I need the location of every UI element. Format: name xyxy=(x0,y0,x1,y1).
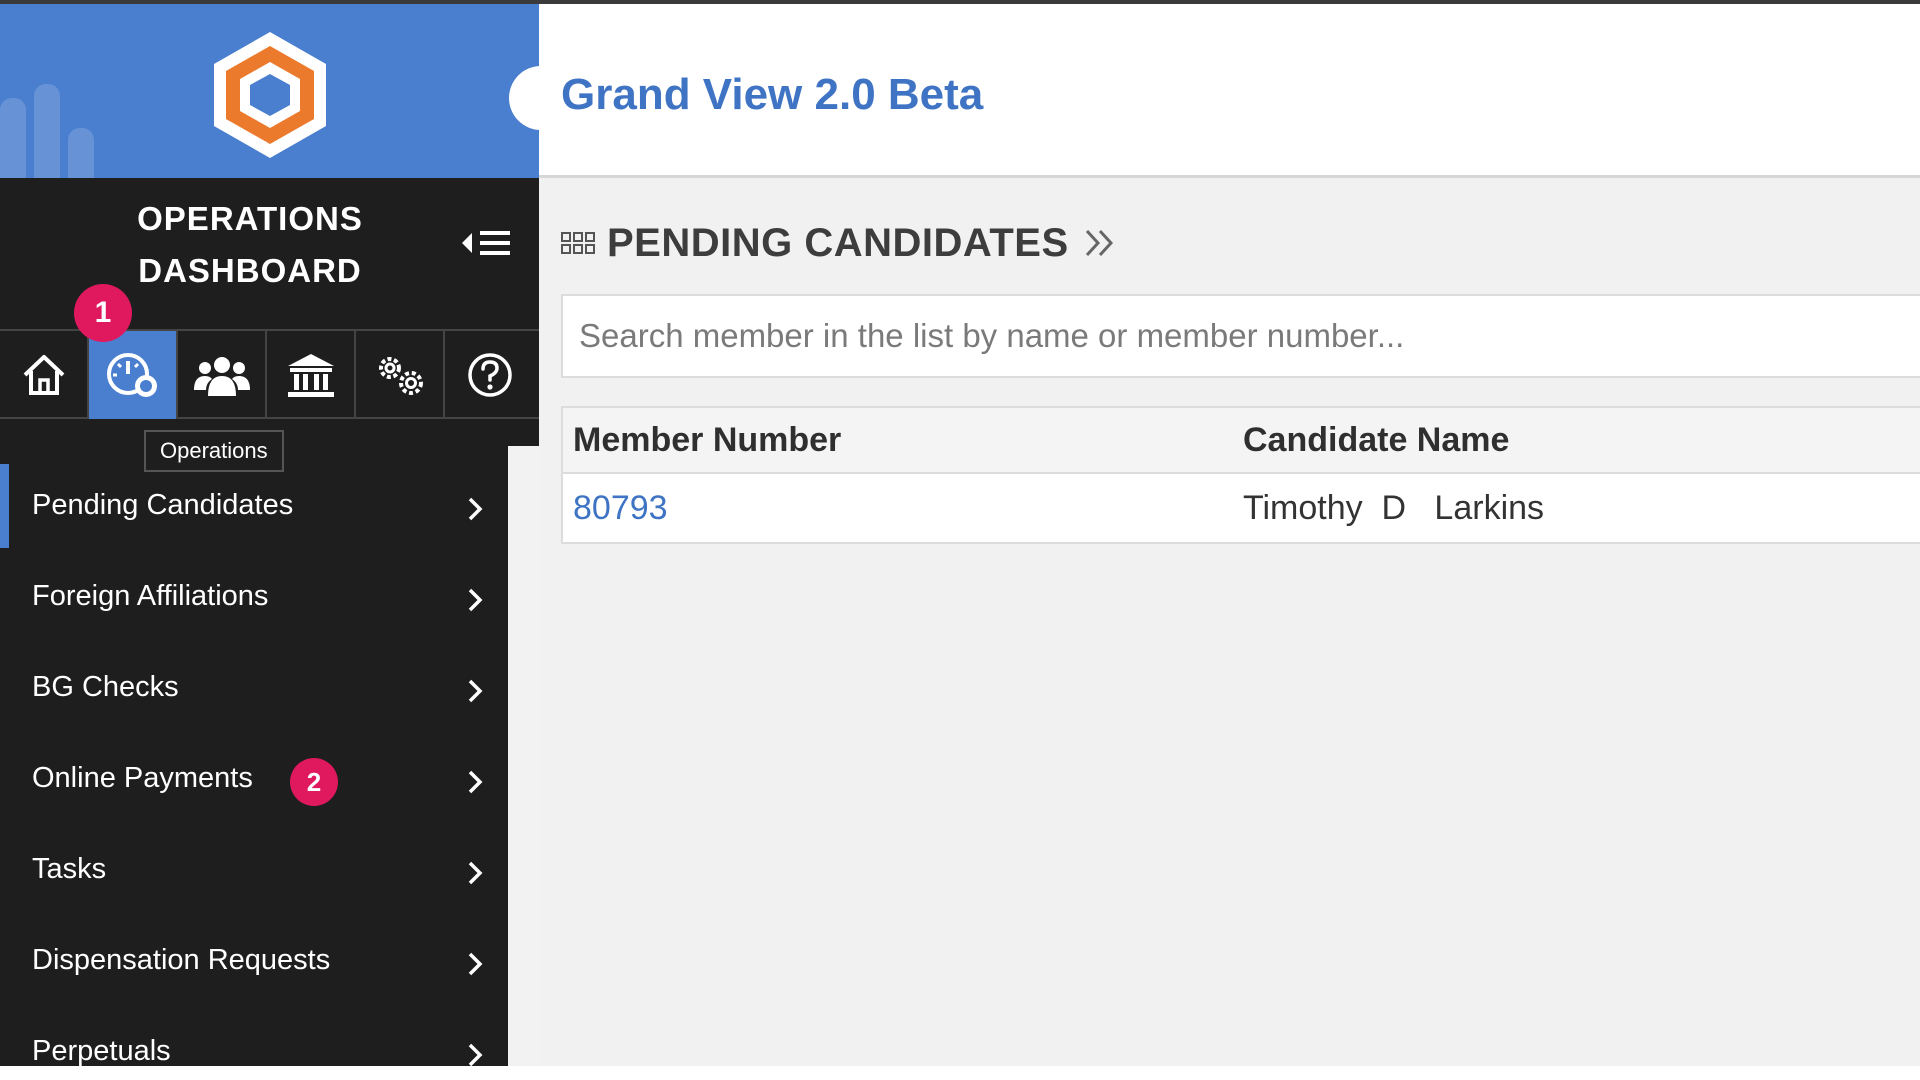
grid-icon xyxy=(561,232,595,254)
sidebar-menu: Pending Candidates Foreign Affiliations … xyxy=(0,464,508,1066)
sidebar-item-label: Perpetuals xyxy=(32,1035,171,1066)
app-title: Grand View 2.0 Beta xyxy=(561,70,984,119)
chevron-right-icon xyxy=(468,952,483,976)
table-row[interactable]: 80793 Timothy D Larkins xyxy=(563,474,1920,542)
sidebar-item-online-payments[interactable]: Online Payments xyxy=(0,737,508,828)
page-title-row: PENDING CANDIDATES xyxy=(561,218,1117,268)
sidebar-scrollbar[interactable] xyxy=(508,446,539,1066)
main-content: PENDING CANDIDATES Member Number Candida… xyxy=(539,178,1920,1066)
home-icon xyxy=(23,355,64,395)
sidebar-item-label: Pending Candidates xyxy=(32,489,294,521)
operations-dashboard-icon xyxy=(106,353,157,397)
decorative-bar xyxy=(34,84,60,178)
decorative-bar xyxy=(0,98,26,178)
chevron-right-icon xyxy=(468,861,483,885)
sidebar-item-label: Online Payments xyxy=(32,762,253,794)
settings-gears-icon xyxy=(378,357,423,395)
help-icon xyxy=(467,353,512,397)
lodge-building-icon xyxy=(287,354,334,397)
chevron-right-icon xyxy=(468,588,483,612)
sidebar: OPERATIONS DASHBOARD Operations Pending … xyxy=(0,4,539,1066)
window-bottom-margin xyxy=(0,1066,1920,1080)
sidebar-item-perpetuals[interactable]: Perpetuals xyxy=(0,1010,508,1066)
nav-settings-button[interactable] xyxy=(356,331,445,419)
nav-icon-bar xyxy=(0,329,539,419)
nav-lodges-button[interactable] xyxy=(267,331,356,419)
member-number-link[interactable]: 80793 xyxy=(573,489,668,528)
sidebar-item-label: Tasks xyxy=(32,853,107,885)
collapse-menu-icon xyxy=(462,231,510,255)
candidate-name-cell: Timothy D Larkins xyxy=(1243,489,1545,527)
dashboard-title-line2: DASHBOARD xyxy=(138,252,362,289)
nav-members-button[interactable] xyxy=(178,331,267,419)
app-header: Grand View 2.0 Beta xyxy=(509,4,1920,178)
page-title: PENDING CANDIDATES xyxy=(607,220,1069,265)
brand-header xyxy=(0,4,539,178)
sidebar-item-tasks[interactable]: Tasks xyxy=(0,828,508,919)
collapse-sidebar-button[interactable] xyxy=(458,218,524,268)
chevron-right-icon xyxy=(468,1043,483,1066)
decorative-bar xyxy=(68,128,94,178)
sidebar-item-pending-candidates[interactable]: Pending Candidates xyxy=(0,464,508,555)
chevron-right-icon xyxy=(468,497,483,521)
candidates-table: Member Number Candidate Name 80793 Timot… xyxy=(561,406,1920,544)
table-header: Member Number Candidate Name xyxy=(563,408,1920,474)
sidebar-item-dispensation-requests[interactable]: Dispensation Requests xyxy=(0,919,508,1010)
chevron-right-icon xyxy=(468,679,483,703)
chevron-right-icon xyxy=(468,770,483,794)
sidebar-item-foreign-affiliations[interactable]: Foreign Affiliations xyxy=(0,555,508,646)
step-badge-2: 2 xyxy=(290,758,338,806)
double-chevron-right-icon xyxy=(1085,229,1113,257)
step-badge-1: 1 xyxy=(74,284,132,342)
column-header-candidate-name[interactable]: Candidate Name xyxy=(1243,421,1509,460)
nav-help-button[interactable] xyxy=(445,331,534,419)
search-input[interactable] xyxy=(563,296,1920,376)
sidebar-item-label: Dispensation Requests xyxy=(32,944,331,976)
members-icon xyxy=(193,357,250,396)
sidebar-item-label: Foreign Affiliations xyxy=(32,580,269,612)
search-box xyxy=(561,294,1920,378)
nav-home-button[interactable] xyxy=(0,331,89,419)
nav-operations-button[interactable] xyxy=(89,331,178,419)
hexagon-logo xyxy=(214,32,326,158)
sidebar-item-label: BG Checks xyxy=(32,671,179,703)
column-header-member-number[interactable]: Member Number xyxy=(573,421,841,460)
dashboard-title-line1: OPERATIONS xyxy=(137,200,363,237)
sidebar-item-bg-checks[interactable]: BG Checks xyxy=(0,646,508,737)
